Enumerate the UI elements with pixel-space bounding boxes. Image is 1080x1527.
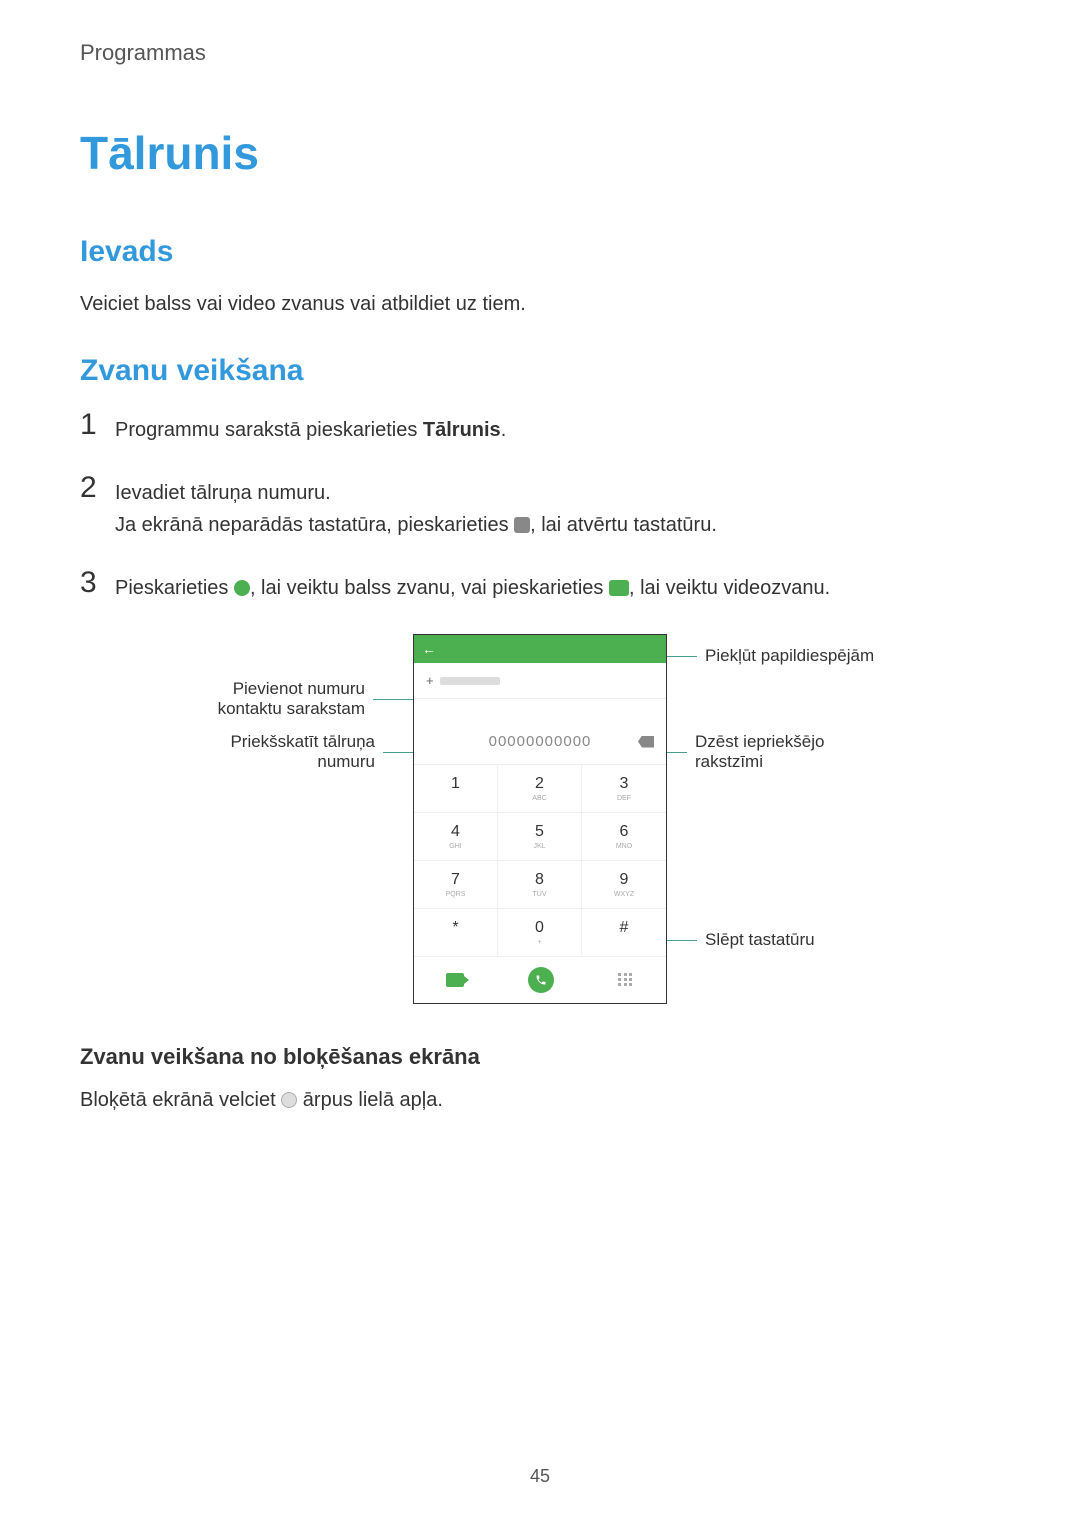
phone-diagram: Pievienot numuru kontaktu sarakstam Prie… — [80, 634, 1000, 1004]
keypad-key: 0+ — [498, 909, 582, 957]
page-number: 45 — [530, 1466, 550, 1487]
keypad-key: 4GHI — [414, 813, 498, 861]
keypad-key: * — [414, 909, 498, 957]
intro-heading: Ievads — [80, 235, 1000, 269]
keypad-key: 3DEF — [582, 765, 666, 813]
phone-lock-icon — [281, 1092, 297, 1108]
step-1: 1 Programmu sarakstā pieskarieties Tālru… — [80, 408, 1000, 446]
plus-icon: + — [426, 673, 434, 688]
step-1-content: Programmu sarakstā pieskarieties Tālruni… — [115, 408, 506, 446]
step-list: 1 Programmu sarakstā pieskarieties Tālru… — [80, 408, 1000, 604]
step-2: 2 Ievadiet tālruņa numuru. Ja ekrānā nep… — [80, 471, 1000, 541]
section-label: Programmas — [80, 40, 1000, 66]
hide-keyboard-icon — [618, 973, 634, 987]
step-number-2: 2 — [80, 471, 115, 505]
phone-header: ← — [414, 635, 666, 663]
label-hide-keyboard: Slēpt tastatūru — [667, 930, 815, 950]
page-title: Tālrunis — [80, 126, 1000, 180]
keypad-key: 2ABC — [498, 765, 582, 813]
phone-call-icon — [234, 580, 250, 596]
label-more-options: Piekļūt papildiespējām — [667, 646, 874, 666]
back-icon: ← — [422, 641, 436, 657]
keypad-key: 5JKL — [498, 813, 582, 861]
phone-number-display: 00000000000 — [489, 733, 592, 750]
label-delete-char: Dzēst iepriekšējo rakstzīmi — [667, 732, 895, 772]
video-call-button-icon — [446, 973, 464, 987]
step-3-content: Pieskarieties , lai veiktu balss zvanu, … — [115, 566, 830, 604]
keypad-key: 6MNO — [582, 813, 666, 861]
keypad-key: 8TUV — [498, 861, 582, 909]
making-calls-heading: Zvanu veikšana — [80, 354, 1000, 388]
keypad-icon — [514, 517, 530, 533]
keypad-key: 1 — [414, 765, 498, 813]
phone-frame: ← + 00000000000 12ABC3DEF 4GHI5JKL6MNO 7PQ… — [413, 634, 667, 1004]
backspace-icon — [638, 736, 654, 748]
label-add-contact: Pievienot numuru kontaktu sarakstam — [165, 679, 413, 719]
step-number-1: 1 — [80, 408, 115, 442]
label-preview-number: Priekšskatīt tālruņa numuru — [175, 732, 413, 772]
keypad-key: 9WXYZ — [582, 861, 666, 909]
lock-screen-text: Bloķētā ekrānā velciet ārpus lielā apļa. — [80, 1085, 1000, 1115]
keypad-key: # — [582, 909, 666, 957]
phone-actions — [414, 957, 666, 1003]
video-call-icon — [609, 580, 629, 596]
add-contact-placeholder — [440, 677, 500, 685]
step-3: 3 Pieskarieties , lai veiktu balss zvanu… — [80, 566, 1000, 604]
add-contact-row: + — [414, 663, 666, 699]
phone-number-row: 00000000000 — [414, 719, 666, 765]
lock-screen-heading: Zvanu veikšana no bloķēšanas ekrāna — [80, 1044, 1000, 1070]
step-2-content: Ievadiet tālruņa numuru. Ja ekrānā nepar… — [115, 471, 717, 541]
keypad-key: 7PQRS — [414, 861, 498, 909]
intro-text: Veiciet balss vai video zvanus vai atbil… — [80, 289, 1000, 319]
call-button-icon — [528, 967, 554, 993]
step-number-3: 3 — [80, 566, 115, 600]
keypad: 12ABC3DEF 4GHI5JKL6MNO 7PQRS8TUV9WXYZ *0+# — [414, 765, 666, 957]
